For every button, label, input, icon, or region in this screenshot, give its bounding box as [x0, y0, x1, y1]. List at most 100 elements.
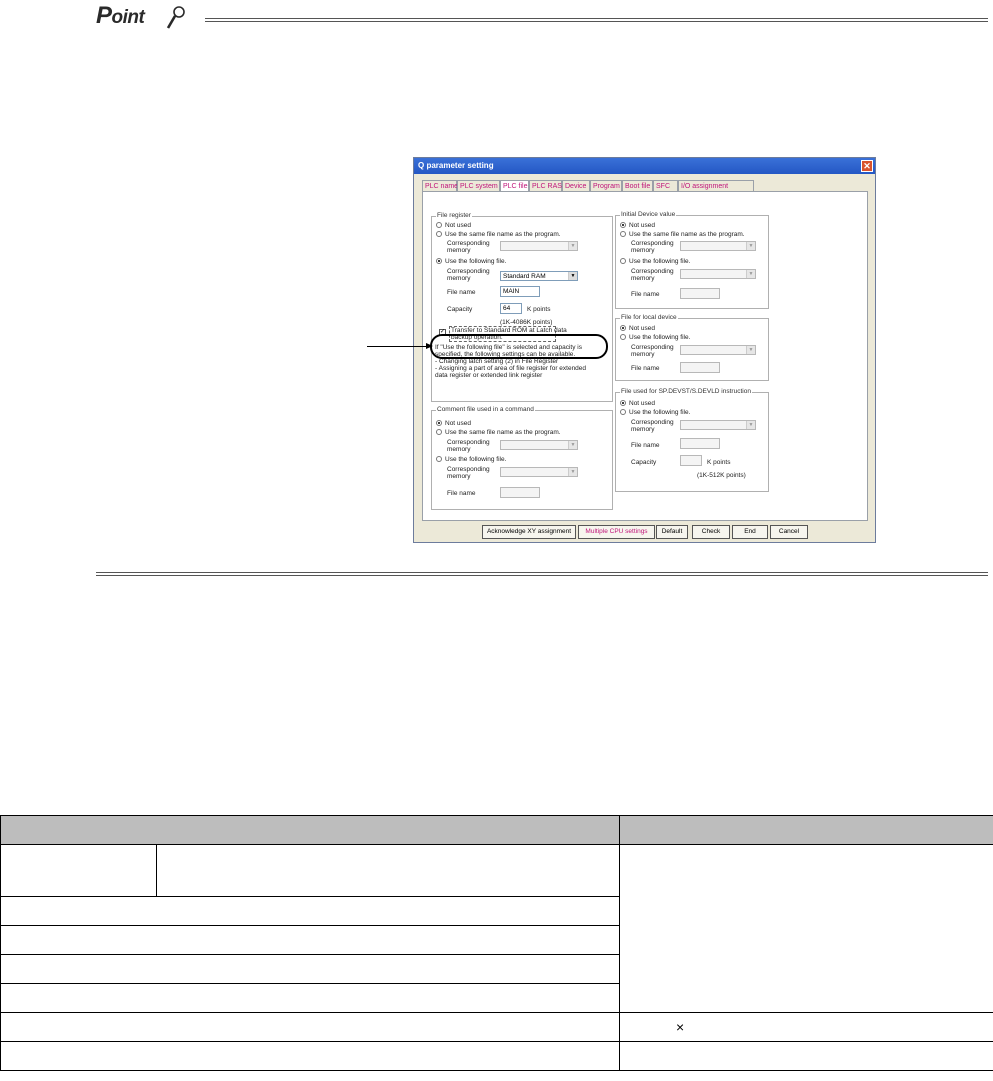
file-register-group: File register Not used Use the same file… [431, 212, 613, 402]
table-cell [156, 844, 620, 897]
sp-capacity-unit: K points [707, 459, 731, 466]
idv-corr-mem-label-1: Corresponding [631, 240, 674, 247]
tab-sfc[interactable]: SFC [653, 180, 678, 191]
magnifier-icon [166, 6, 185, 29]
acknowledge-xy-button[interactable]: Acknowledge XY assignment [482, 525, 576, 539]
tab-device[interactable]: Device [562, 180, 590, 191]
close-icon[interactable]: ✕ [861, 160, 873, 172]
local-device-group: File for local device Not used Use the f… [615, 314, 769, 381]
fr-same-name-radio[interactable] [436, 231, 442, 237]
fr-file-name-input[interactable]: MAIN [500, 286, 540, 297]
cancel-button[interactable]: Cancel [770, 525, 808, 539]
bottom-rule-2 [96, 575, 988, 576]
cf-following-radio[interactable] [436, 456, 442, 462]
fr-transfer-label-1: Transfer to Standard ROM at Latch data [451, 327, 567, 334]
fr-not-used-label: Not used [445, 222, 472, 229]
dialog-title-bar: Q parameter setting ✕ [414, 158, 875, 174]
sp-capacity-range: (1K-512K points) [697, 472, 746, 479]
bottom-rule [96, 572, 988, 573]
specification-table: × [0, 815, 993, 1071]
sp-capacity-input[interactable] [680, 455, 702, 466]
cf-same-name-radio[interactable] [436, 429, 442, 435]
table-header-row [0, 815, 993, 845]
tab-plc-name[interactable]: PLC name [422, 180, 458, 191]
cf-not-used-label: Not used [445, 420, 472, 427]
fr-not-used-radio[interactable] [436, 222, 442, 228]
cf-corr-mem-label-1: Corresponding [447, 439, 490, 446]
sp-corr-mem-combo[interactable]: ▼ [680, 420, 756, 430]
ld-not-used-radio[interactable] [620, 325, 626, 331]
fr-same-name-label: Use the same file name as the program. [445, 231, 561, 238]
idv-corr-mem-combo[interactable]: ▼ [680, 269, 756, 279]
cf-file-name-label: File name [447, 490, 476, 497]
fr-corr-mem-label-1: Corresponding [447, 240, 490, 247]
tab-program[interactable]: Program [590, 180, 622, 191]
top-rule [205, 18, 988, 19]
sp-not-used-label: Not used [629, 400, 656, 407]
idv-following-label: Use the following file. [629, 258, 691, 265]
fr-corr-mem-label-2: memory [447, 247, 471, 254]
fr-note-5: data register or extended link register [435, 372, 543, 379]
idv-following-radio[interactable] [620, 258, 626, 264]
table-cell [0, 1012, 620, 1042]
table-row: × [0, 1012, 993, 1042]
tab-boot-file[interactable]: Boot file [622, 180, 653, 191]
fr-capacity-input[interactable]: 64 [500, 303, 522, 314]
sp-following-radio[interactable] [620, 409, 626, 415]
tab-plc-ras[interactable]: PLC RAS [529, 180, 562, 191]
point-logo: Point [96, 2, 145, 29]
idv-not-used-radio[interactable] [620, 222, 626, 228]
fr-corr-mem-value: Standard RAM [503, 273, 546, 280]
idv-file-name-input[interactable] [680, 288, 720, 299]
idv-same-name-label: Use the same file name as the program. [629, 231, 745, 238]
table-cell [0, 983, 620, 1013]
comment-file-group: Comment file used in a command Not used … [431, 406, 613, 510]
ld-file-name-input[interactable] [680, 362, 720, 373]
sp-file-name-label: File name [631, 442, 660, 449]
fr-corr-mem-label-4: memory [447, 275, 471, 282]
cf-corr-mem-combo[interactable]: ▼ [500, 467, 578, 477]
fr-capacity-label: Capacity [447, 306, 473, 313]
tab-plc-file[interactable]: PLC file [500, 180, 529, 191]
fr-following-radio[interactable] [436, 258, 442, 264]
tab-io-assignment[interactable]: I/O assignment [678, 180, 754, 191]
fr-capacity-unit: K points [527, 306, 551, 313]
ld-corr-mem-label-1: Corresponding [631, 344, 674, 351]
fr-note-3: - Changing latch setting (2) in File Reg… [435, 358, 559, 365]
cf-same-mem-combo[interactable]: ▼ [500, 440, 578, 450]
table-header-cell [0, 815, 620, 845]
sp-corr-mem-label-1: Corresponding [631, 419, 674, 426]
sp-file-name-input[interactable] [680, 438, 720, 449]
tab-plc-system[interactable]: PLC system [457, 180, 500, 191]
ld-file-name-label: File name [631, 365, 660, 372]
callout-leader-line [367, 346, 429, 347]
ld-following-radio[interactable] [620, 334, 626, 340]
table-cell: × [619, 1012, 993, 1042]
local-device-title: File for local device [620, 314, 678, 321]
check-button[interactable]: Check [692, 525, 730, 539]
fr-same-mem-combo[interactable]: ▼ [500, 241, 578, 251]
sp-not-used-radio[interactable] [620, 400, 626, 406]
idv-same-name-radio[interactable] [620, 231, 626, 237]
table-cell [0, 896, 620, 926]
table-cell [0, 925, 620, 955]
ld-corr-mem-combo[interactable]: ▼ [680, 345, 756, 355]
fr-corr-mem-combo[interactable]: Standard RAM ▼ [500, 271, 578, 281]
cf-not-used-radio[interactable] [436, 420, 442, 426]
ld-corr-mem-label-2: memory [631, 351, 655, 358]
table-row [0, 844, 993, 1013]
sp-capacity-label: Capacity [631, 459, 657, 466]
cf-file-name-input[interactable] [500, 487, 540, 498]
fr-file-name-label: File name [447, 289, 476, 296]
end-button[interactable]: End [732, 525, 768, 539]
table-header-cell [619, 815, 993, 845]
idv-same-mem-combo[interactable]: ▼ [680, 241, 756, 251]
ld-following-label: Use the following file. [629, 334, 691, 341]
cf-following-label: Use the following file. [445, 456, 507, 463]
fr-note-4: - Assigning a part of area of file regis… [435, 365, 587, 372]
cf-corr-mem-label-2: memory [447, 446, 471, 453]
cf-corr-mem-label-3: Corresponding [447, 466, 490, 473]
dialog-title: Q parameter setting [418, 161, 494, 170]
default-button[interactable]: Default [656, 525, 688, 539]
multiple-cpu-settings-button[interactable]: Multiple CPU settings [578, 525, 655, 539]
